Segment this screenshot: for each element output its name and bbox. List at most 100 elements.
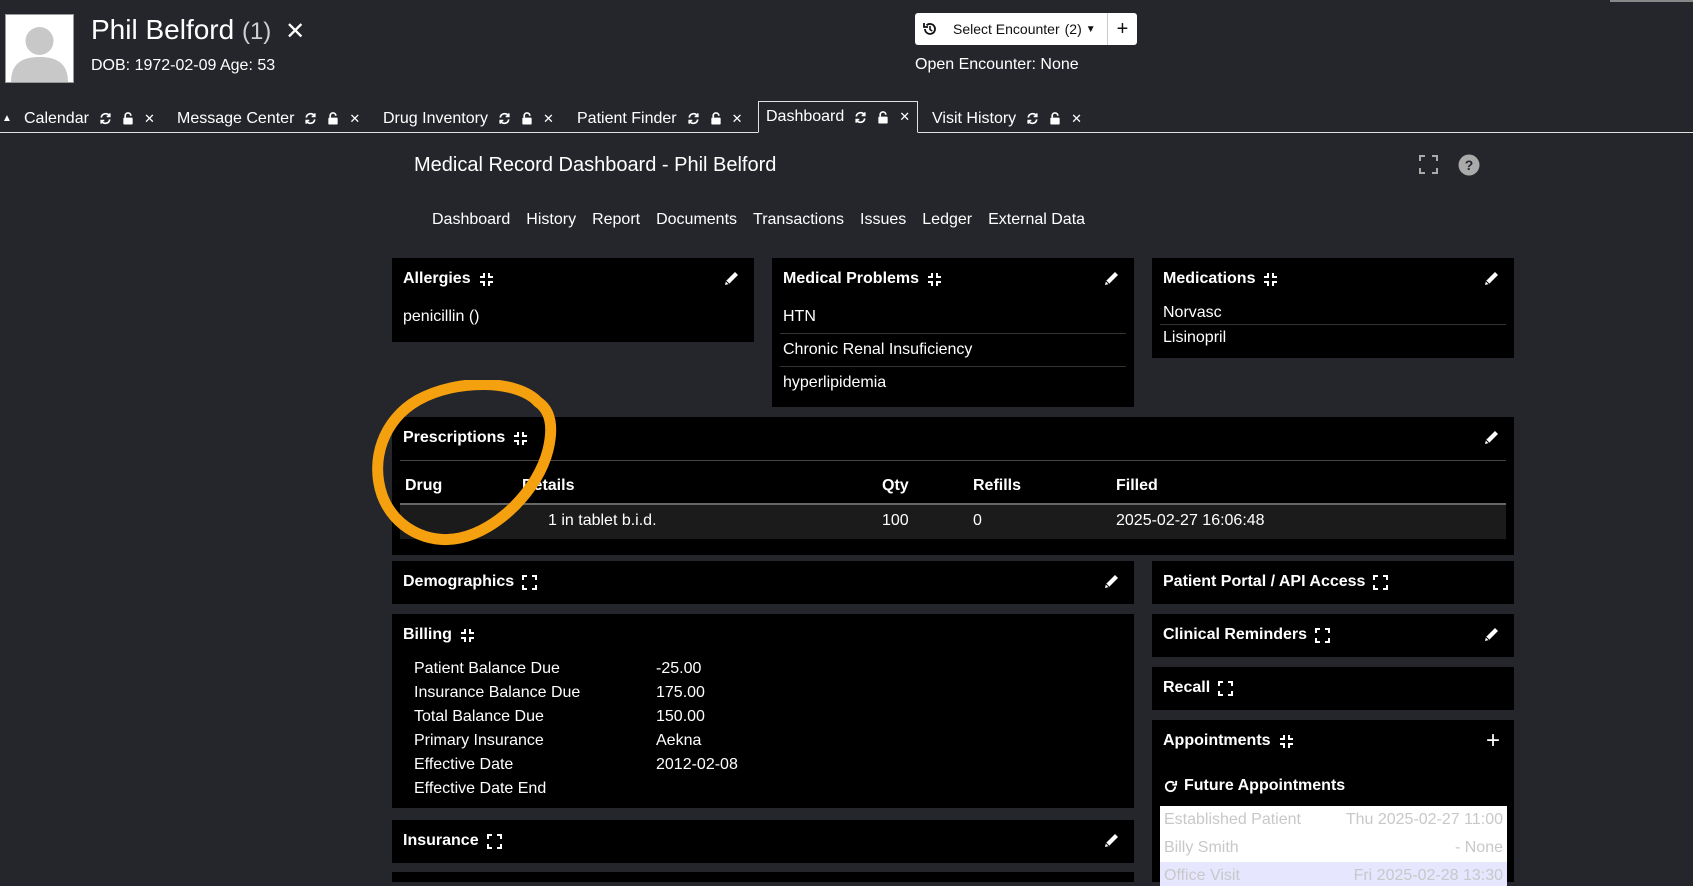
tab-label: Dashboard: [766, 108, 845, 125]
close-tab-icon[interactable]: ✕: [144, 111, 155, 127]
fullscreen-icon[interactable]: [1419, 155, 1438, 174]
tab-dashboard[interactable]: Dashboard ✕: [758, 101, 919, 133]
tab-message-center[interactable]: Message Center ✕: [177, 105, 360, 132]
unlock-icon[interactable]: [710, 112, 722, 125]
nav-history[interactable]: History: [526, 211, 576, 229]
refresh-icon[interactable]: [1163, 779, 1178, 794]
tab-label: Calendar: [24, 109, 89, 127]
unlock-icon[interactable]: [1049, 112, 1061, 125]
unlock-icon[interactable]: [327, 112, 339, 125]
future-appointments-title: Future Appointments: [1184, 777, 1346, 794]
edit-icon[interactable]: [1483, 626, 1500, 643]
help-icon[interactable]: ?: [1458, 154, 1480, 176]
collapse-icon[interactable]: [927, 272, 942, 287]
caret-up-icon[interactable]: ▲: [2, 113, 12, 124]
edit-icon[interactable]: [1483, 429, 1500, 446]
add-appointment-icon[interactable]: +: [1486, 729, 1500, 753]
tab-calendar[interactable]: Calendar ✕: [24, 105, 155, 132]
collapse-icon[interactable]: [479, 272, 494, 287]
top-divider: [1610, 0, 1693, 2]
tab-patient-finder[interactable]: Patient Finder ✕: [577, 105, 743, 132]
expand-icon[interactable]: [522, 574, 538, 590]
edit-icon[interactable]: [1103, 270, 1120, 287]
history-icon[interactable]: [915, 21, 945, 37]
close-tab-icon[interactable]: ✕: [732, 111, 743, 127]
nav-ledger[interactable]: Ledger: [922, 211, 972, 229]
demographics-card: Demographics: [392, 561, 1134, 604]
patient-dob: DOB: 1972-02-09 Age: 53: [91, 57, 276, 74]
allergies-card: Allergies penicillin (): [392, 258, 754, 342]
card-header: Billing: [403, 626, 475, 644]
tab-visit-history[interactable]: Visit History ✕: [932, 105, 1082, 132]
list-item[interactable]: Established Patient Thu 2025-02-27 11:00: [1160, 806, 1507, 834]
column-refills: Refills: [973, 477, 1022, 494]
unlock-icon[interactable]: [122, 112, 134, 125]
close-tab-icon[interactable]: ✕: [1071, 111, 1082, 127]
patient-name[interactable]: Phil Belford: [91, 14, 234, 45]
close-tab-icon[interactable]: ✕: [349, 111, 360, 127]
billing-label: Patient Balance Due: [414, 660, 560, 677]
card-header: Medications: [1163, 270, 1278, 288]
edit-icon[interactable]: [1103, 573, 1120, 590]
close-patient-icon[interactable]: ✕: [285, 18, 305, 45]
expand-icon[interactable]: [486, 833, 502, 849]
tab-scroll-left[interactable]: ▲: [2, 105, 12, 132]
column-qty: Qty: [882, 477, 909, 494]
medications-title: Medications: [1163, 270, 1256, 287]
nav-external-data[interactable]: External Data: [988, 211, 1085, 229]
patient-count: (1): [241, 18, 272, 45]
nav-dashboard[interactable]: Dashboard: [432, 211, 510, 229]
patient-portal-title: Patient Portal / API Access: [1163, 573, 1366, 590]
refresh-icon[interactable]: [687, 112, 700, 125]
billing-label: Insurance Balance Due: [414, 684, 581, 701]
appointment-type: Office Visit: [1164, 867, 1240, 884]
edit-icon[interactable]: [723, 270, 740, 287]
medication-item: Lisinopril: [1163, 329, 1227, 346]
select-encounter-button[interactable]: Select Encounter (2) ▼: [945, 21, 1107, 37]
expand-icon[interactable]: [1373, 574, 1389, 590]
nav-issues[interactable]: Issues: [860, 211, 906, 229]
collapse-icon[interactable]: [1279, 734, 1294, 749]
collapse-icon[interactable]: [1263, 272, 1278, 287]
list-item[interactable]: Billy Smith - None: [1160, 834, 1507, 862]
close-tab-icon[interactable]: ✕: [543, 111, 554, 127]
close-tab-icon[interactable]: ✕: [899, 109, 910, 125]
billing-label: Primary Insurance: [414, 732, 544, 749]
expand-icon[interactable]: [1315, 627, 1331, 643]
nav-documents[interactable]: Documents: [656, 211, 737, 229]
collapse-icon[interactable]: [513, 431, 528, 446]
appointments-title: Appointments: [1163, 732, 1271, 749]
demographics-title: Demographics: [403, 573, 515, 590]
refresh-icon[interactable]: [1026, 112, 1039, 125]
problem-item: HTN: [783, 308, 816, 325]
collapse-icon[interactable]: [460, 628, 475, 643]
refresh-icon[interactable]: [854, 111, 867, 124]
billing-label: Effective Date End: [414, 780, 547, 797]
tab-bar: ▲ Calendar ✕ Message Center ✕ Drug Inven…: [0, 101, 1693, 133]
appointment-type: Established Patient: [1164, 811, 1301, 828]
tab-drug-inventory[interactable]: Drug Inventory ✕: [383, 105, 554, 132]
edit-icon[interactable]: [1483, 270, 1500, 287]
unlock-icon[interactable]: [521, 112, 533, 125]
edit-icon[interactable]: [1103, 832, 1120, 849]
refresh-icon[interactable]: [99, 112, 112, 125]
unlock-icon[interactable]: [877, 110, 889, 124]
column-drug: Drug: [405, 477, 443, 494]
insurance-card: Insurance: [392, 820, 1134, 863]
problem-item: Chronic Renal Insuficiency: [783, 341, 973, 358]
card-header: Prescriptions: [403, 429, 528, 447]
avatar-placeholder-icon: [6, 15, 73, 82]
expand-icon[interactable]: [1218, 680, 1234, 696]
medical-problems-title: Medical Problems: [783, 270, 920, 287]
add-encounter-button[interactable]: +: [1108, 19, 1137, 39]
nav-report[interactable]: Report: [592, 211, 640, 229]
tab-label: Message Center: [177, 109, 295, 127]
nav-transactions[interactable]: Transactions: [753, 211, 844, 229]
refresh-icon[interactable]: [498, 112, 511, 125]
medical-problems-card: Medical Problems HTN Chronic Renal Insuf…: [772, 258, 1134, 407]
list-item[interactable]: Office Visit Fri 2025-02-28 13:30: [1160, 862, 1507, 886]
refresh-icon[interactable]: [304, 112, 317, 125]
appointment-provider: Billy Smith: [1164, 839, 1239, 856]
appointments-card: Appointments + Future Appointments Estab…: [1152, 720, 1514, 886]
prescriptions-title: Prescriptions: [403, 429, 506, 446]
